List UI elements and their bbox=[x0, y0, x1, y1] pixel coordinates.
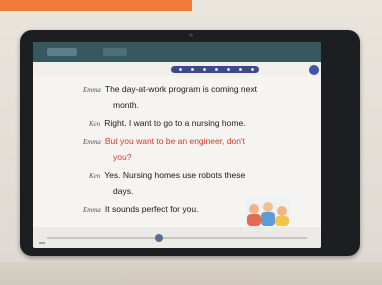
character-head bbox=[277, 206, 287, 216]
app-top-bar bbox=[33, 42, 321, 62]
line-text: you? bbox=[113, 152, 132, 162]
page-slider[interactable] bbox=[47, 237, 307, 239]
slider-thumb-icon[interactable] bbox=[155, 234, 163, 242]
line-text: Right. I want to go to a nursing home. bbox=[104, 118, 246, 128]
control-dot[interactable] bbox=[251, 68, 254, 71]
line-text: The day-at-work program is coming next bbox=[104, 84, 258, 94]
dialogue-line: days. bbox=[113, 186, 133, 196]
line-text: days. bbox=[113, 186, 134, 196]
speaker-name: Emma bbox=[83, 86, 101, 94]
dialogue-line-highlight: Emma But you want to be an engineer, don'… bbox=[83, 136, 245, 146]
speaker-name: Emma bbox=[83, 206, 101, 214]
line-text: It sounds perfect for you. bbox=[104, 204, 199, 214]
character-body bbox=[247, 214, 261, 226]
character-head bbox=[249, 204, 259, 214]
control-dot[interactable] bbox=[227, 68, 230, 71]
character-body bbox=[261, 212, 275, 226]
menu-icon[interactable] bbox=[39, 242, 45, 244]
dialogue-line-highlight: you? bbox=[113, 152, 131, 162]
control-dot[interactable] bbox=[215, 68, 218, 71]
tab-b[interactable] bbox=[103, 48, 127, 56]
control-dot[interactable] bbox=[179, 68, 182, 71]
tablet-camera bbox=[189, 33, 193, 37]
speaker-name: Ken bbox=[89, 120, 101, 128]
control-dot[interactable] bbox=[239, 68, 242, 71]
control-dot[interactable] bbox=[191, 68, 194, 71]
reader-bottom-bar bbox=[33, 227, 321, 248]
line-text: Yes. Nursing homes use robots these bbox=[104, 170, 246, 180]
table-surface bbox=[0, 262, 382, 285]
dialogue-line: Emma It sounds perfect for you. bbox=[83, 204, 198, 214]
dialogue-line: Ken Right. I want to go to a nursing home… bbox=[89, 118, 246, 128]
page-badge-icon[interactable] bbox=[309, 65, 319, 75]
characters-illustration bbox=[245, 198, 291, 226]
line-text: But you want to be an engineer, don't bbox=[104, 136, 245, 146]
dialogue-line: Emma The day-at-work program is coming ne… bbox=[83, 84, 257, 94]
control-dot[interactable] bbox=[203, 68, 206, 71]
line-text: month. bbox=[113, 100, 139, 110]
dialogue-line: Ken Yes. Nursing homes use robots these bbox=[89, 170, 245, 180]
play-controls-icon[interactable] bbox=[171, 66, 259, 73]
character-head bbox=[263, 202, 273, 212]
character-body bbox=[275, 216, 289, 226]
tab-a[interactable] bbox=[47, 48, 77, 56]
reader-toolbar bbox=[33, 62, 321, 76]
tablet-screen: Emma The day-at-work program is coming ne… bbox=[33, 42, 321, 248]
speaker-name: Emma bbox=[83, 138, 101, 146]
speaker-name: Ken bbox=[89, 172, 101, 180]
dialogue-line: month. bbox=[113, 100, 139, 110]
